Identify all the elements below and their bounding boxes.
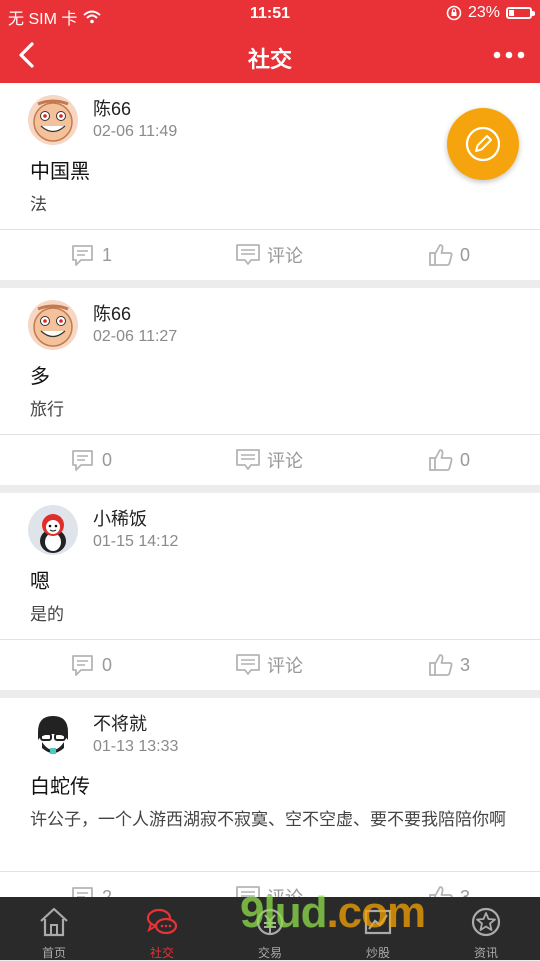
tab-home[interactable]: 首页 bbox=[0, 897, 108, 960]
like-count: 3 bbox=[460, 654, 471, 675]
compose-button[interactable] bbox=[447, 108, 519, 180]
post-time: 02-06 11:27 bbox=[93, 328, 178, 345]
post-body: 是的 bbox=[30, 605, 64, 624]
more-icon[interactable] bbox=[492, 44, 526, 66]
like-button[interactable]: 3 bbox=[428, 640, 470, 690]
post-title: 多 bbox=[30, 366, 50, 388]
comment-icon bbox=[236, 449, 260, 470]
comment-icon bbox=[236, 654, 260, 675]
edit-pencil-icon bbox=[465, 126, 501, 162]
thumbs-up-icon bbox=[429, 654, 453, 676]
post-time: 01-15 14:12 bbox=[93, 533, 179, 550]
comment-button[interactable]: 评论 bbox=[235, 435, 303, 485]
comment-icon bbox=[236, 244, 260, 265]
reply-count: 1 bbox=[102, 244, 113, 265]
thumbs-up-icon bbox=[429, 244, 453, 266]
avatar[interactable] bbox=[28, 300, 78, 350]
rotation-lock-icon bbox=[446, 5, 462, 21]
author-name[interactable]: 陈66 bbox=[93, 95, 131, 121]
comment-label: 评论 bbox=[267, 451, 303, 471]
post-title: 中国黑 bbox=[30, 161, 90, 183]
tab-label: 社交 bbox=[149, 946, 174, 960]
status-bar: 无 SIM 卡 11:51 23% bbox=[0, 0, 540, 28]
post-time: 02-06 11:49 bbox=[93, 123, 178, 140]
chat-icon bbox=[146, 908, 178, 935]
tab-label: 首页 bbox=[41, 946, 66, 960]
tab-label: 交易 bbox=[257, 946, 282, 960]
tab-label: 炒股 bbox=[365, 946, 390, 960]
reply-count-button[interactable]: 0 bbox=[70, 435, 112, 485]
avatar[interactable] bbox=[28, 95, 78, 145]
reply-icon bbox=[72, 245, 93, 266]
like-count: 0 bbox=[460, 244, 471, 265]
post-title: 白蛇传 bbox=[30, 776, 90, 798]
battery-icon bbox=[506, 7, 535, 19]
comment-button[interactable]: 评论 bbox=[235, 230, 303, 280]
comment-button[interactable]: 评论 bbox=[235, 640, 303, 690]
post-body: 旅行 bbox=[30, 400, 64, 419]
post-actions: 0 评论 3 bbox=[0, 639, 540, 690]
reply-icon bbox=[72, 655, 93, 676]
post-actions: 0 评论 0 bbox=[0, 434, 540, 485]
author-name[interactable]: 不将就 bbox=[93, 710, 147, 736]
home-icon bbox=[40, 907, 68, 937]
comment-label: 评论 bbox=[267, 656, 303, 676]
avatar[interactable] bbox=[28, 710, 78, 760]
post-card[interactable]: 小稀饭 01-15 14:12 嗯 是的 0 评论 3 bbox=[0, 493, 540, 690]
reply-count: 0 bbox=[102, 449, 113, 470]
reply-count-button[interactable]: 0 bbox=[70, 640, 112, 690]
page-title: 社交 bbox=[247, 47, 292, 72]
reply-count-button[interactable]: 1 bbox=[70, 230, 112, 280]
post-time: 01-13 13:33 bbox=[93, 738, 179, 755]
reply-icon bbox=[72, 450, 93, 471]
battery-percent: 23% bbox=[467, 4, 500, 21]
tab-social[interactable]: 社交 bbox=[108, 897, 216, 960]
avatar[interactable] bbox=[28, 505, 78, 555]
post-title: 嗯 bbox=[30, 571, 50, 593]
like-button[interactable]: 0 bbox=[428, 230, 470, 280]
like-count: 0 bbox=[460, 449, 471, 470]
post-card[interactable]: 陈66 02-06 11:27 多 旅行 0 评论 0 bbox=[0, 288, 540, 485]
feed-list: 陈66 02-06 11:49 中国黑 法 1 评论 0 陈66 02-06 1… bbox=[0, 83, 540, 930]
post-card[interactable]: 陈66 02-06 11:49 中国黑 法 1 评论 0 bbox=[0, 83, 540, 280]
post-body: 法 bbox=[30, 195, 47, 214]
watermark-logo: 9lud.com bbox=[240, 888, 426, 937]
author-name[interactable]: 小稀饭 bbox=[93, 505, 147, 531]
thumbs-up-icon bbox=[429, 449, 453, 471]
post-body: 许公子，一个人游西湖寂不寂寞、空不空虚、要不要我陪陪你啊 bbox=[30, 810, 506, 829]
comment-label: 评论 bbox=[267, 246, 303, 266]
tab-label: 资讯 bbox=[473, 946, 498, 960]
like-button[interactable]: 0 bbox=[428, 435, 470, 485]
post-actions: 1 评论 0 bbox=[0, 229, 540, 280]
reply-count: 0 bbox=[102, 654, 113, 675]
nav-bar: 社交 bbox=[0, 28, 540, 83]
author-name[interactable]: 陈66 bbox=[93, 300, 131, 326]
tab-news[interactable]: 资讯 bbox=[432, 897, 540, 960]
news-icon bbox=[471, 907, 501, 937]
